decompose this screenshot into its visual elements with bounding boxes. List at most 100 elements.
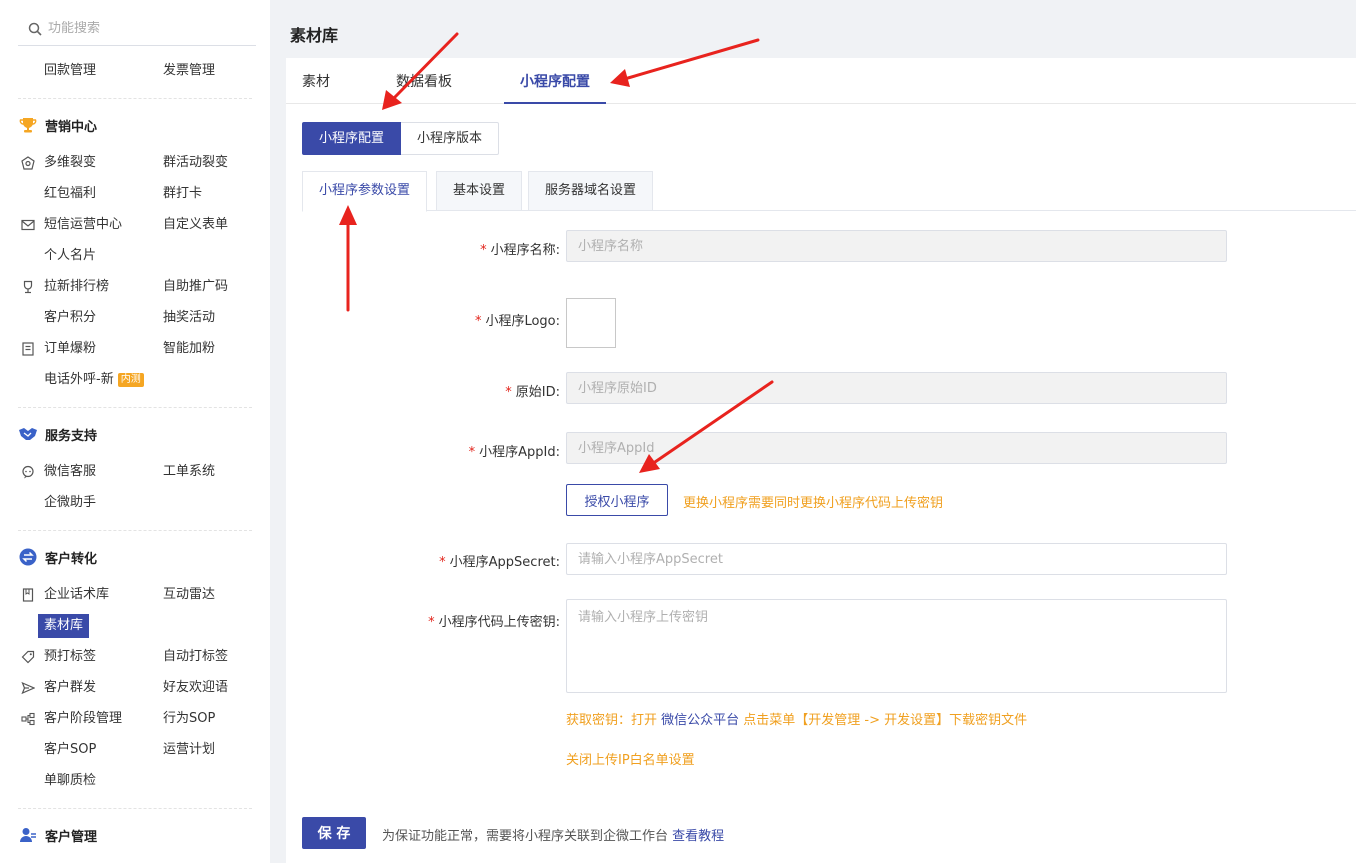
- view-tutorial-link[interactable]: 查看教程: [672, 829, 724, 844]
- sidebar-item-mass-send[interactable]: 客户群发: [44, 674, 96, 702]
- divider: [18, 808, 252, 809]
- section-marketing: 营销中心: [18, 111, 97, 139]
- appsecret-input[interactable]: [566, 543, 1227, 575]
- sidebar-row: 回款管理 发票管理: [18, 57, 258, 85]
- sidebar-row: 多维裂变 群活动裂变: [18, 149, 258, 177]
- sidebar-item-red-packet[interactable]: 红包福利: [44, 180, 96, 208]
- appid-input[interactable]: [566, 432, 1227, 464]
- book-icon: [21, 588, 35, 602]
- name-label: * 小程序名称:: [480, 243, 560, 258]
- sidebar-row: 企业话术库 互动雷达: [18, 581, 258, 609]
- sidebar-item-sms-center[interactable]: 短信运营中心: [44, 211, 122, 239]
- logo-label: * 小程序Logo:: [474, 314, 560, 329]
- sidebar-item-label: 电话外呼-新: [44, 372, 114, 387]
- sidebar-item-group-fission[interactable]: 群活动裂变: [163, 149, 228, 177]
- logo-upload[interactable]: [566, 298, 616, 348]
- tab-basic-settings[interactable]: 基本设置: [436, 171, 523, 211]
- sidebar-item-wechat-service[interactable]: 微信客服: [44, 458, 96, 486]
- trophy-icon: [18, 115, 38, 135]
- sidebar-row: 客户SOP 运营计划: [18, 736, 258, 764]
- upload-key-label: * 小程序代码上传密钥:: [428, 615, 560, 630]
- sidebar-item-welcome-message[interactable]: 好友欢迎语: [163, 674, 228, 702]
- sidebar-item-chat-quality[interactable]: 单聊质检: [44, 767, 96, 795]
- function-search[interactable]: [18, 12, 256, 46]
- sidebar-row: 电话外呼-新 内测: [18, 366, 258, 394]
- section-customer-management: 客户管理: [18, 821, 97, 849]
- cup-icon: [21, 280, 35, 294]
- sidebar-item-payment-collection[interactable]: 回款管理: [44, 57, 96, 85]
- save-footnote: 为保证功能正常，需要将小程序关联到企微工作台 查看教程: [382, 829, 725, 844]
- config-button-group: 小程序配置 小程序版本: [302, 122, 500, 155]
- sidebar-item-operation-plan[interactable]: 运营计划: [163, 736, 215, 764]
- divider: [18, 407, 252, 408]
- sidebar-item-lottery[interactable]: 抽奖活动: [163, 304, 215, 332]
- divider: [18, 98, 252, 99]
- send-icon: [21, 681, 36, 695]
- sidebar-row: 红包福利 群打卡: [18, 180, 258, 208]
- sidebar-item-multi-fission[interactable]: 多维裂变: [44, 149, 96, 177]
- sidebar-item-interaction-radar[interactable]: 互动雷达: [163, 581, 215, 609]
- sidebar-item-group-checkin[interactable]: 群打卡: [163, 180, 202, 208]
- beta-badge: 内测: [117, 373, 144, 387]
- user-manage-icon: [18, 825, 38, 845]
- sidebar: 回款管理 发票管理 营销中心 多维裂变 群活动裂变 红包福利 群打卡 短信运营中…: [0, 0, 270, 863]
- authorize-miniprogram-button[interactable]: 授权小程序: [566, 484, 668, 516]
- sidebar-item-leaderboard[interactable]: 拉新排行榜: [44, 273, 109, 301]
- sidebar-item-customer-sop[interactable]: 客户SOP: [44, 736, 96, 764]
- page-title: 素材库: [290, 26, 339, 45]
- sidebar-item-stage-management[interactable]: 客户阶段管理: [44, 705, 122, 733]
- search-input[interactable]: [48, 21, 228, 36]
- sidebar-row: 单聊质检: [18, 767, 258, 795]
- save-button[interactable]: 保 存: [302, 817, 366, 849]
- divider: [18, 530, 252, 531]
- sidebar-row: 企微助手: [18, 489, 258, 517]
- sidebar-item-material-library[interactable]: 素材库: [38, 614, 90, 638]
- tag-icon: [21, 650, 35, 664]
- sidebar-row: 短信运营中心 自定义表单: [18, 211, 258, 239]
- original-id-input[interactable]: [566, 372, 1227, 404]
- upload-key-textarea[interactable]: [566, 599, 1227, 693]
- sidebar-item-script-library[interactable]: 企业话术库: [44, 581, 109, 609]
- ip-whitelist-link[interactable]: 关闭上传IP白名单设置: [566, 749, 695, 768]
- wechat-platform-link[interactable]: 微信公众平台: [661, 713, 739, 728]
- sidebar-item-smart-add-fans[interactable]: 智能加粉: [163, 335, 215, 363]
- miniprogram-version-button[interactable]: 小程序版本: [401, 122, 500, 155]
- section-conversion: 客户转化: [18, 543, 97, 571]
- sidebar-row: 素材库: [18, 612, 258, 640]
- appid-label: * 小程序AppId:: [468, 445, 560, 460]
- sidebar-row: 客户阶段管理 行为SOP: [18, 705, 258, 733]
- search-icon: [24, 18, 46, 40]
- sidebar-row: 客户群发 好友欢迎语: [18, 674, 258, 702]
- order-icon: [21, 342, 35, 356]
- sidebar-item-wecom-assistant[interactable]: 企微助手: [44, 489, 96, 517]
- sidebar-item-order-fans[interactable]: 订单爆粉: [44, 335, 96, 363]
- tab-miniprogram-config[interactable]: 小程序配置: [504, 58, 606, 104]
- sidebar-item-ticket-system[interactable]: 工单系统: [163, 458, 215, 486]
- section-title: 客户转化: [45, 551, 98, 567]
- sidebar-item-behavior-sop[interactable]: 行为SOP: [163, 705, 215, 733]
- miniprogram-config-button[interactable]: 小程序配置: [302, 122, 402, 155]
- sidebar-item-custom-form[interactable]: 自定义表单: [163, 211, 228, 239]
- sidebar-item-invoice[interactable]: 发票管理: [163, 57, 215, 85]
- main-content: 素材库 素材 数据看板 小程序配置 小程序配置 小程序版本 小程序参数设置 基本…: [270, 0, 1356, 863]
- sidebar-row: 微信客服 工单系统: [18, 458, 258, 486]
- swap-icon: [18, 547, 38, 567]
- sidebar-item-business-card[interactable]: 个人名片: [44, 242, 96, 270]
- auth-hint: 更换小程序需要同时更换小程序代码上传密钥: [683, 496, 944, 511]
- tab-param-settings[interactable]: 小程序参数设置: [302, 171, 428, 212]
- sidebar-item-pre-tag[interactable]: 预打标签: [44, 643, 96, 671]
- sidebar-item-auto-tag[interactable]: 自动打标签: [163, 643, 228, 671]
- sidebar-item-customer-points[interactable]: 客户积分: [44, 304, 96, 332]
- sidebar-row: 个人名片: [18, 242, 258, 270]
- tab-server-domain[interactable]: 服务器域名设置: [528, 171, 654, 211]
- section-title: 营销中心: [45, 119, 98, 135]
- sidebar-row: 订单爆粉 智能加粉: [18, 335, 258, 363]
- sidebar-item-promo-code[interactable]: 自助推广码: [163, 273, 228, 301]
- tab-material[interactable]: 素材: [302, 58, 330, 104]
- content-panel: 素材 数据看板 小程序配置 小程序配置 小程序版本 小程序参数设置 基本设置 服…: [286, 58, 1356, 863]
- sidebar-row: 客户积分 抽奖活动: [18, 304, 258, 332]
- name-input[interactable]: [566, 230, 1227, 262]
- sidebar-item-phone-call[interactable]: 电话外呼-新 内测: [44, 366, 144, 394]
- top-tabs: 素材 数据看板 小程序配置: [286, 58, 1356, 104]
- tab-data-board[interactable]: 数据看板: [396, 58, 452, 104]
